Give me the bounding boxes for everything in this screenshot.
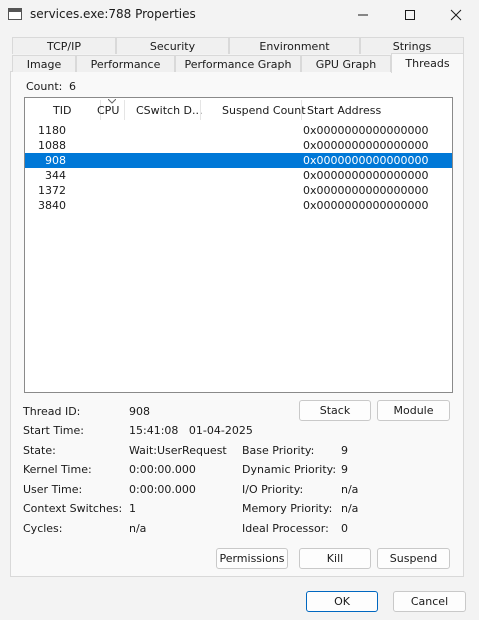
tid-cell: 1180 (38, 124, 66, 137)
tab-image[interactable]: Image (12, 55, 76, 72)
base-priority-value: 9 (341, 444, 348, 457)
kernel-time-label: Kernel Time: (23, 463, 92, 476)
tab-threads[interactable]: Threads (391, 53, 464, 73)
thread-list[interactable]: TID CPU CSwitch D... Suspend Count Start… (24, 97, 453, 393)
table-row[interactable]: 3840 0x0000000000000000 (25, 198, 452, 213)
table-row[interactable]: 344 0x0000000000000000 (25, 168, 452, 183)
title-bar: services.exe:788 Properties (0, 0, 479, 30)
dynamic-priority-label: Dynamic Priority: (242, 463, 337, 476)
minimize-button[interactable] (340, 0, 386, 30)
tab-performance[interactable]: Performance (76, 55, 175, 72)
table-row[interactable]: 1372 0x0000000000000000 (25, 183, 452, 198)
kernel-time-value: 0:00:00.000 (129, 463, 196, 476)
column-separator[interactable] (124, 100, 125, 120)
io-priority-label: I/O Priority: (242, 483, 304, 496)
stack-button[interactable]: Stack (299, 400, 371, 421)
ideal-processor-value: 0 (341, 522, 348, 535)
tid-cell: 1088 (38, 139, 66, 152)
state-value: Wait:UserRequest (129, 444, 227, 457)
column-header-tid[interactable]: TID (53, 98, 71, 122)
tab-performance-graph[interactable]: Performance Graph (175, 55, 301, 72)
context-switches-value: 1 (129, 502, 136, 515)
permissions-button[interactable]: Permissions (216, 548, 288, 569)
ok-button[interactable]: OK (306, 591, 378, 612)
column-separator[interactable] (301, 100, 302, 120)
close-icon (450, 9, 462, 21)
column-header-start-address[interactable]: Start Address (307, 98, 381, 122)
count-value: 6 (69, 80, 76, 93)
start-address-cell: 0x0000000000000000 (303, 154, 429, 167)
start-address-cell: 0x0000000000000000 (303, 124, 429, 137)
table-row[interactable]: 1088 0x0000000000000000 (25, 138, 452, 153)
memory-priority-label: Memory Priority: (242, 502, 333, 515)
context-switches-label: Context Switches: (23, 502, 123, 515)
memory-priority-value: n/a (341, 502, 359, 515)
tid-cell: 1372 (38, 184, 66, 197)
minimize-icon (358, 14, 368, 16)
start-address-cell: 0x0000000000000000 (303, 199, 429, 212)
column-separator[interactable] (200, 100, 201, 120)
start-address-cell: 0x0000000000000000 (303, 184, 429, 197)
start-address-cell: 0x0000000000000000 (303, 139, 429, 152)
tab-security[interactable]: Security (116, 37, 229, 54)
dynamic-priority-value: 9 (341, 463, 348, 476)
tab-strings[interactable]: Strings (360, 37, 464, 54)
user-time-label: User Time: (23, 483, 83, 496)
ideal-processor-label: Ideal Processor: (242, 522, 329, 535)
thread-id-label: Thread ID: (23, 405, 81, 418)
app-icon (8, 8, 22, 20)
tid-cell: 3840 (38, 199, 66, 212)
column-header-suspend-count[interactable]: Suspend Count (222, 98, 306, 122)
maximize-button[interactable] (387, 0, 433, 30)
table-row-selected[interactable]: 908 0x0000000000000000 (25, 153, 452, 168)
column-header-cswitch-delta[interactable]: CSwitch D... (136, 98, 203, 122)
close-window-button[interactable] (433, 0, 479, 30)
start-time-value: 15:41:08 01-04-2025 (129, 424, 253, 437)
tab-tcpip[interactable]: TCP/IP (12, 37, 116, 54)
io-priority-value: n/a (341, 483, 359, 496)
user-time-value: 0:00:00.000 (129, 483, 196, 496)
cancel-button[interactable]: Cancel (393, 591, 466, 612)
start-address-cell: 0x0000000000000000 (303, 169, 429, 182)
tid-cell: 908 (45, 154, 66, 167)
base-priority-label: Base Priority: (242, 444, 315, 457)
maximize-icon (405, 10, 415, 20)
tab-environment[interactable]: Environment (229, 37, 360, 54)
column-header-cpu[interactable]: CPU (97, 98, 119, 122)
suspend-button[interactable]: Suspend (377, 548, 450, 569)
tid-cell: 344 (45, 169, 66, 182)
window-title: services.exe:788 Properties (30, 7, 196, 21)
table-row[interactable]: 1180 0x0000000000000000 (25, 123, 452, 138)
cycles-label: Cycles: (23, 522, 63, 535)
cycles-value: n/a (129, 522, 147, 535)
start-time-label: Start Time: (23, 424, 84, 437)
kill-button[interactable]: Kill (299, 548, 371, 569)
count-label: Count: (26, 80, 63, 93)
module-button[interactable]: Module (377, 400, 450, 421)
state-label: State: (23, 444, 56, 457)
tab-gpu-graph[interactable]: GPU Graph (301, 55, 391, 72)
thread-id-value: 908 (129, 405, 150, 418)
